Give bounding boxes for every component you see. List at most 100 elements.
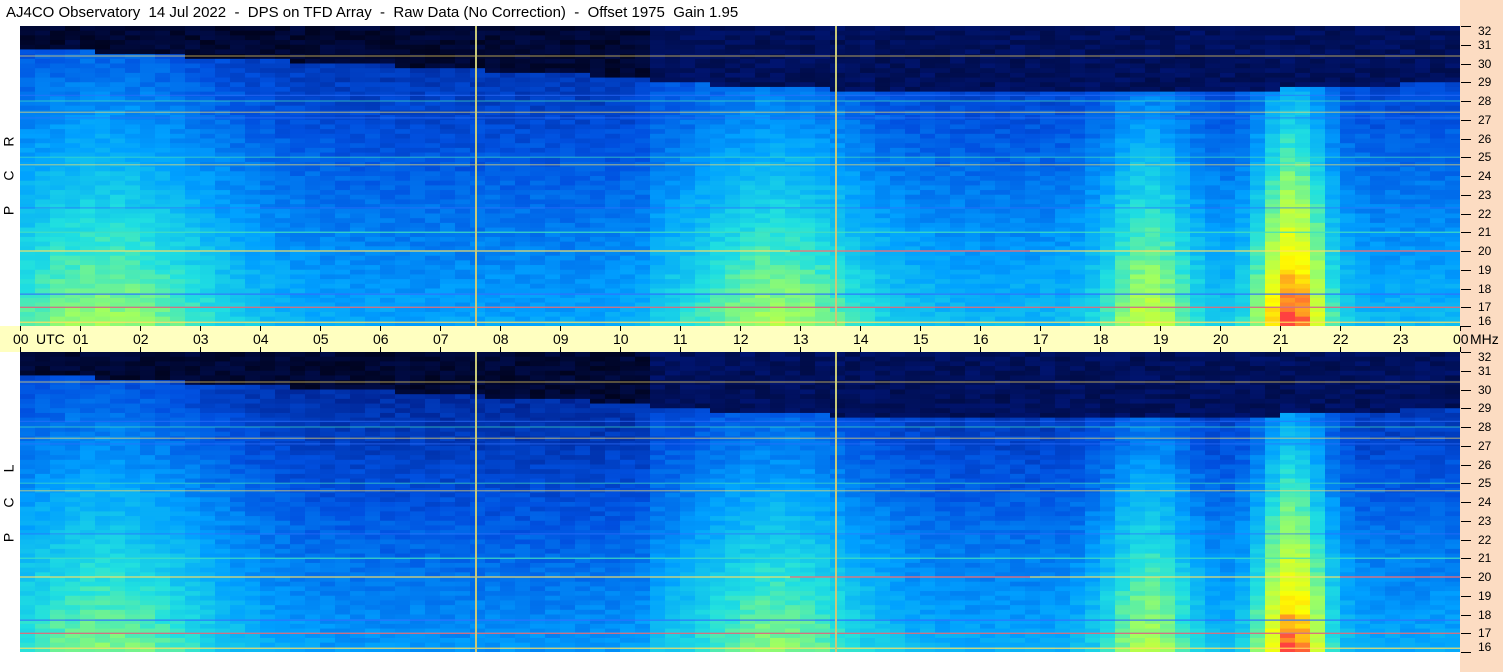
heatmap-cell [845, 119, 861, 126]
heatmap-cell [380, 133, 396, 140]
heatmap-cell [860, 101, 876, 107]
heatmap-cell [770, 58, 786, 65]
heatmap-cell [425, 119, 441, 126]
heatmap-cell [110, 236, 126, 243]
heatmap-cell [1100, 218, 1116, 224]
heatmap-cell [485, 279, 501, 285]
heatmap-cell [560, 194, 576, 201]
heatmap-cell [260, 316, 276, 322]
heatmap-cell [785, 105, 801, 111]
heatmap-cell [455, 171, 471, 177]
heatmap-cell [575, 110, 591, 116]
heatmap-cell [920, 58, 936, 65]
heatmap-cell [260, 49, 276, 55]
heatmap-cell [980, 204, 996, 210]
heatmap-cell [680, 147, 696, 154]
heatmap-cell [335, 255, 351, 261]
heatmap-cell [140, 241, 156, 247]
heatmap-cell [1085, 54, 1101, 60]
heatmap-cell [365, 82, 381, 88]
heatmap-cell [980, 255, 996, 261]
heatmap-cell [785, 251, 801, 257]
heatmap-cell [1025, 213, 1041, 219]
heatmap-cell [545, 288, 561, 294]
heatmap-cell [35, 171, 51, 177]
heatmap-cell [770, 185, 786, 191]
heatmap-cell [260, 77, 276, 83]
heatmap-cell [1025, 138, 1041, 144]
heatmap-cell [440, 194, 456, 201]
heatmap-cell [170, 44, 186, 51]
heatmap-cell [860, 166, 876, 172]
heatmap-cell [665, 54, 681, 60]
heatmap-cell [485, 199, 501, 205]
heatmap-cell [320, 133, 336, 140]
heatmap-cell [965, 260, 981, 266]
heatmap-cell [440, 213, 456, 219]
heatmap-cell [140, 63, 156, 69]
heatmap-cell [1175, 129, 1191, 135]
heatmap-cell [440, 218, 456, 224]
heatmap-cell [950, 138, 966, 144]
heatmap-cell [755, 199, 771, 205]
heatmap-cell [905, 171, 921, 177]
heatmap-cell [275, 283, 291, 290]
heatmap-cell [95, 166, 111, 172]
heatmap-cell [170, 166, 186, 172]
heatmap-cell [785, 265, 801, 271]
heatmap-cell [980, 307, 996, 313]
heatmap-cell [785, 236, 801, 243]
heatmap-cell [35, 49, 51, 55]
heatmap-cell [1040, 176, 1056, 182]
heatmap-cell [260, 91, 276, 97]
heatmap-cell [425, 54, 441, 60]
heatmap-cell [1070, 119, 1086, 126]
heatmap-cell [590, 133, 606, 140]
heatmap-cell [440, 241, 456, 247]
heatmap-cell [1145, 176, 1161, 182]
heatmap-cell [575, 297, 591, 304]
heatmap-cell [620, 166, 636, 172]
heatmap-cell [905, 176, 921, 182]
heatmap-cell [995, 311, 1011, 318]
heatmap-cell [770, 40, 786, 46]
heatmap-cell [905, 241, 921, 247]
heatmap-cell [320, 129, 336, 135]
heatmap-cell [770, 157, 786, 163]
heatmap-cell [365, 138, 381, 144]
heatmap-cell [275, 101, 291, 107]
heatmap-cell [515, 54, 531, 60]
heatmap-cell [410, 105, 426, 111]
heatmap-cell [770, 77, 786, 83]
heatmap-cell [245, 269, 261, 276]
heatmap-cell [395, 119, 411, 126]
heatmap-cell [665, 274, 681, 280]
heatmap-cell [1145, 274, 1161, 280]
heatmap-cell [20, 166, 36, 172]
heatmap-cell [485, 44, 501, 51]
heatmap-cell [545, 49, 561, 55]
heatmap-cell [215, 138, 231, 144]
heatmap-cell [485, 190, 501, 196]
heatmap-cell [155, 222, 171, 229]
heatmap-cell [170, 82, 186, 88]
heatmap-cell [770, 124, 786, 130]
heatmap-cell [500, 110, 516, 116]
heatmap-cell [410, 54, 426, 60]
heatmap-cell [1085, 143, 1101, 149]
heatmap-cell [440, 222, 456, 229]
heatmap-cell [785, 199, 801, 205]
heatmap-cell [65, 236, 81, 243]
heatmap-cell [665, 143, 681, 149]
heatmap-cell [1100, 157, 1116, 163]
heatmap-cell [95, 157, 111, 163]
heatmap-cell [1010, 105, 1026, 111]
heatmap-cell [860, 283, 876, 290]
heatmap-cell [1085, 147, 1101, 154]
heatmap-cell [860, 129, 876, 135]
heatmap-cell [845, 274, 861, 280]
heatmap-cell [650, 63, 666, 69]
heatmap-cell [470, 49, 486, 55]
heatmap-cell [890, 269, 906, 276]
heatmap-cell [530, 260, 546, 266]
